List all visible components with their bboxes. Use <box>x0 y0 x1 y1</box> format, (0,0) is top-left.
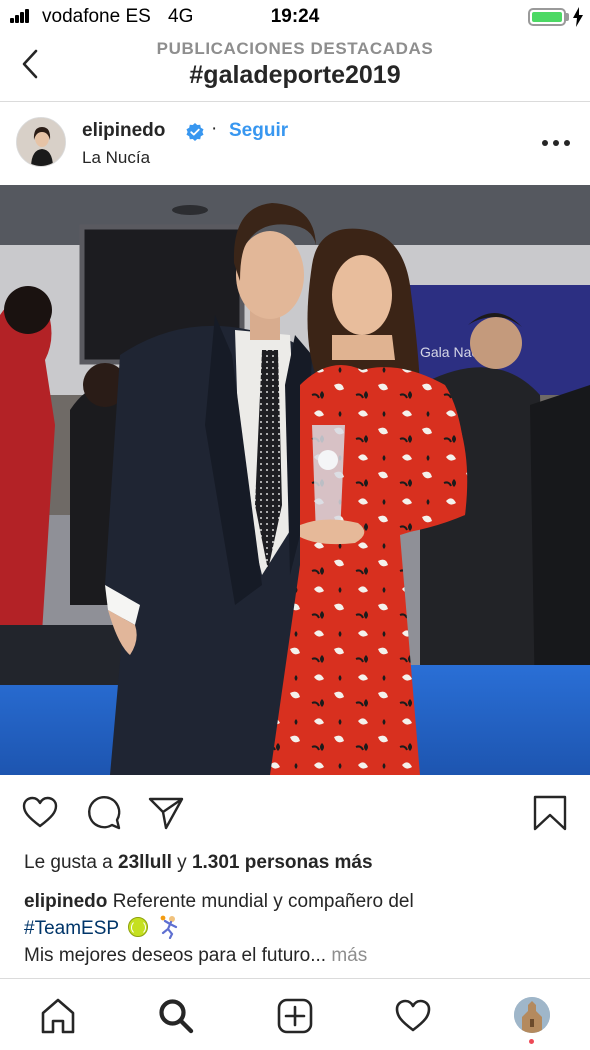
verified-badge-icon <box>186 123 204 141</box>
clock: 19:24 <box>270 6 320 27</box>
profile-avatar-image <box>514 997 550 1033</box>
caption-username[interactable]: elipinedo <box>24 891 107 912</box>
add-post-icon[interactable] <box>276 997 314 1035</box>
share-icon[interactable] <box>148 795 184 831</box>
separator-dot: · <box>211 118 218 139</box>
profile-avatar[interactable] <box>514 997 550 1033</box>
status-bar: vodafone ES 4G 19:24 <box>0 0 590 34</box>
bookmark-icon[interactable] <box>532 795 568 831</box>
post-location[interactable]: La Nucía <box>82 148 150 168</box>
likes-others[interactable]: 1.301 personas más <box>192 852 373 873</box>
ellipsis-icon[interactable] <box>542 140 570 148</box>
caption-more-link[interactable]: más <box>331 945 367 966</box>
home-icon[interactable] <box>39 997 77 1035</box>
battery-icon <box>528 8 566 26</box>
caption-line-1: elipinedo Referente mundial y compañero … <box>24 888 564 915</box>
likes-first-user[interactable]: 23llull <box>118 852 172 873</box>
caption-hashtag[interactable]: #TeamESP <box>24 918 119 939</box>
comment-icon[interactable] <box>86 795 122 831</box>
post-actions <box>0 775 590 847</box>
caption-text: Referente mundial y compañero del <box>112 891 414 912</box>
header-subtitle: PUBLICACIONES DESTACADAS <box>156 39 434 58</box>
likes-summary[interactable]: Le gusta a 23llull y 1.301 personas más <box>24 852 373 874</box>
tennis-ball-icon <box>127 917 148 937</box>
caption-line-3-text: Mis mejores deseos para el futuro... <box>24 945 327 966</box>
battery-tip <box>566 13 569 21</box>
handball-player-icon <box>160 915 178 939</box>
caption-line-3: Mis mejores deseos para el futuro... más <box>24 942 564 969</box>
post-photo-illustration: Gala Nacional <box>0 185 590 775</box>
page-header: PUBLICACIONES DESTACADAS #galadeporte201… <box>0 34 590 102</box>
avatar[interactable] <box>16 117 66 167</box>
activity-heart-icon[interactable] <box>394 997 432 1035</box>
avatar-image <box>17 118 65 166</box>
likes-prefix: Le gusta a <box>24 852 113 873</box>
post-username[interactable]: elipinedo <box>82 120 165 142</box>
post-caption: elipinedo Referente mundial y compañero … <box>24 888 564 969</box>
heart-icon[interactable] <box>22 795 58 831</box>
charging-bolt-icon <box>573 7 583 27</box>
likes-connector: y <box>177 852 187 873</box>
post-header: elipinedo · Seguir La Nucía <box>0 103 590 185</box>
header-title: #galadeporte2019 <box>189 61 401 89</box>
search-icon[interactable] <box>157 997 195 1035</box>
notification-dot <box>529 1039 534 1044</box>
follow-button[interactable]: Seguir <box>229 120 288 142</box>
caption-line-2: #TeamESP <box>24 915 564 942</box>
post-image[interactable]: Gala Nacional <box>0 185 590 775</box>
tab-bar <box>0 978 590 1050</box>
battery-level-fill <box>532 12 562 22</box>
